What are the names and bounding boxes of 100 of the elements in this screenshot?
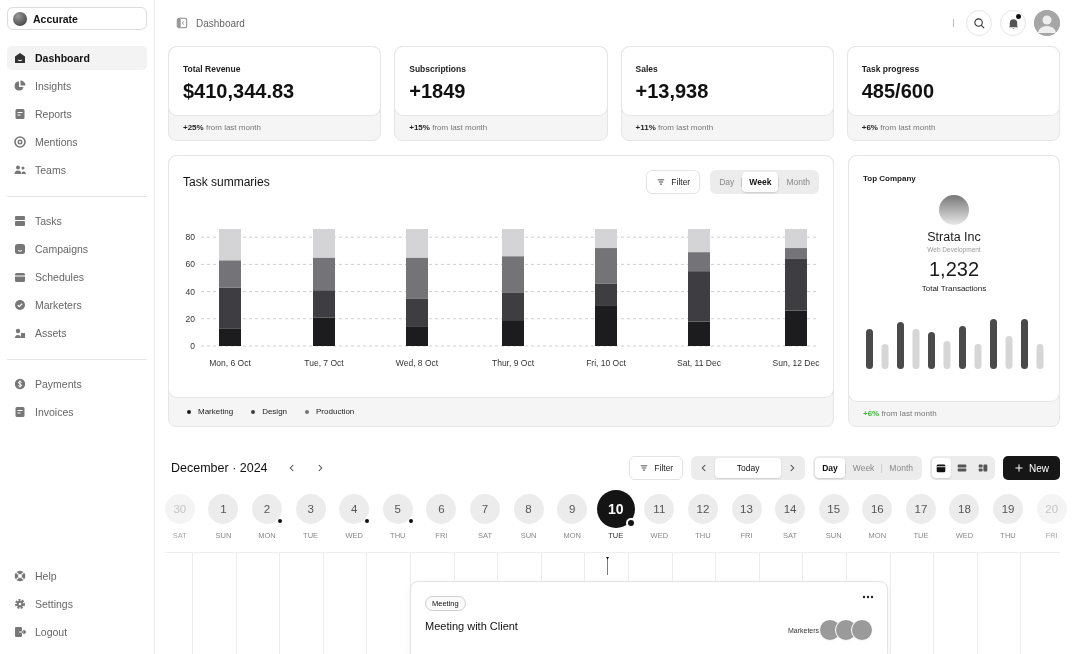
filter-icon bbox=[656, 177, 667, 187]
page-title: Dashboard bbox=[196, 17, 245, 29]
nav-item[interactable]: Mentions bbox=[7, 130, 147, 154]
axis-label: Fri, 10 Oct bbox=[586, 358, 626, 368]
day-button[interactable]: 2 bbox=[252, 494, 282, 524]
document-icon bbox=[13, 107, 27, 121]
axis-label: 20 bbox=[185, 313, 195, 324]
filter-icon bbox=[639, 463, 650, 473]
day-button[interactable]: 9 bbox=[557, 494, 588, 524]
nav-item[interactable]: Tasks bbox=[7, 209, 147, 233]
document-icon bbox=[13, 405, 27, 419]
event-title: Meeting with Client bbox=[425, 620, 518, 632]
stat-label: Subscriptions bbox=[409, 64, 467, 74]
axis-label: 80 bbox=[185, 232, 195, 243]
nav-item[interactable]: Schedules bbox=[7, 265, 147, 289]
axis-label: Tue, 7 Oct bbox=[304, 358, 344, 368]
nav-item[interactable]: Teams bbox=[7, 158, 147, 182]
marketer-avatar bbox=[851, 619, 873, 641]
chart-title: Task summaries bbox=[183, 175, 271, 189]
day-button[interactable]: 1 bbox=[208, 494, 239, 524]
search-button[interactable] bbox=[966, 10, 992, 36]
stat-change: +25% from last month bbox=[182, 122, 263, 134]
nav-item[interactable]: Dashboard bbox=[7, 46, 147, 70]
stat-value: +1849 bbox=[409, 80, 467, 103]
home-icon bbox=[13, 51, 27, 65]
day-button[interactable]: 19 bbox=[993, 494, 1024, 524]
stat-label: Sales bbox=[635, 64, 659, 74]
nav-item[interactable]: Payments bbox=[7, 372, 147, 396]
chart-bar bbox=[502, 320, 524, 346]
day-button[interactable]: 12 bbox=[687, 494, 718, 524]
search-icon bbox=[972, 16, 986, 30]
company-name: Strata Inc bbox=[927, 230, 981, 244]
nav-item[interactable]: Settings bbox=[7, 592, 147, 616]
axis-label: Thur, 9 Oct bbox=[492, 358, 534, 368]
nav-item[interactable]: Help bbox=[7, 564, 147, 588]
day-button[interactable]: 6 bbox=[426, 494, 457, 524]
day-button[interactable]: 5 bbox=[382, 494, 413, 524]
stat-label: Total Revenue bbox=[183, 64, 242, 74]
day-button[interactable]: 8 bbox=[513, 494, 544, 524]
transactions-value: 1,232 bbox=[928, 258, 980, 281]
day-button[interactable]: 18 bbox=[949, 494, 980, 524]
day-button[interactable]: 16 bbox=[862, 494, 893, 524]
axis-label: 60 bbox=[185, 259, 195, 270]
axis-label: Wed, 8 Oct bbox=[395, 358, 439, 368]
stat-value: $410,344.83 bbox=[183, 80, 296, 103]
day-button[interactable]: 15 bbox=[818, 494, 849, 524]
sidebar-toggle-icon bbox=[176, 17, 188, 29]
stack-icon bbox=[13, 214, 27, 228]
nav-item[interactable]: Reports bbox=[7, 102, 147, 126]
stat-label: Task progress bbox=[861, 64, 921, 74]
pie-chart-icon bbox=[13, 79, 27, 93]
day-button[interactable]: 13 bbox=[731, 494, 762, 524]
nav-item[interactable]: Marketers bbox=[7, 293, 147, 317]
nav-item[interactable]: Insights bbox=[7, 74, 147, 98]
month-title: December · 2024 bbox=[171, 461, 268, 475]
company-avatar bbox=[939, 195, 969, 225]
settings-icon bbox=[13, 597, 27, 611]
chart-bar bbox=[313, 257, 335, 291]
nav-item[interactable]: Campaigns bbox=[7, 237, 147, 261]
view-button[interactable] bbox=[932, 458, 951, 478]
day-button[interactable]: 3 bbox=[295, 494, 326, 524]
workspace-avatar-icon bbox=[13, 11, 27, 26]
calendar-icon bbox=[13, 270, 27, 284]
chart-bar bbox=[502, 292, 524, 321]
transactions-label: Total Transactions bbox=[921, 284, 987, 293]
nav-item[interactable]: Logout bbox=[7, 620, 147, 644]
day-button[interactable]: 17 bbox=[905, 494, 936, 524]
axis-label: Mon, 6 Oct bbox=[209, 358, 251, 368]
day-button[interactable]: 14 bbox=[775, 494, 806, 524]
card-title: Top Company bbox=[863, 174, 916, 183]
workspace-switcher[interactable]: Accurate bbox=[7, 7, 147, 30]
lifebuoy-icon bbox=[13, 569, 27, 583]
axis-label: Sun, 12 Dec bbox=[772, 358, 820, 368]
filter-button[interactable]: Filter bbox=[629, 456, 684, 480]
day-button[interactable]: 7 bbox=[469, 494, 500, 524]
new-button[interactable]: New bbox=[1003, 456, 1060, 480]
company-change: +6% from last month bbox=[862, 408, 938, 420]
badge-check-icon bbox=[13, 298, 27, 312]
notification-button[interactable] bbox=[1000, 10, 1026, 36]
period-tab[interactable]: Week bbox=[742, 172, 779, 192]
period-tab[interactable]: Day bbox=[815, 458, 845, 478]
legend-label: Marketing bbox=[198, 407, 234, 416]
legend-label: Production bbox=[316, 407, 355, 416]
grid-icon bbox=[977, 462, 990, 474]
day-button[interactable]: 10 bbox=[596, 490, 635, 528]
day-button[interactable]: 11 bbox=[644, 494, 675, 524]
stat-change: +6% from last month bbox=[860, 122, 937, 134]
filter-button[interactable]: Filter bbox=[646, 170, 701, 194]
nav-item[interactable]: Assets bbox=[7, 321, 147, 345]
today-button[interactable]: Today bbox=[715, 458, 782, 478]
stat-change: +11% from last month bbox=[634, 122, 715, 134]
day-button[interactable]: 4 bbox=[339, 494, 370, 524]
legend-label: Design bbox=[262, 407, 288, 416]
chart-bar bbox=[313, 317, 335, 346]
axis-label: 0 bbox=[190, 341, 195, 351]
axis-label: 40 bbox=[185, 286, 195, 297]
stat-change: +15% from last month bbox=[408, 122, 489, 134]
chart-bar bbox=[502, 256, 524, 293]
nav-item[interactable]: Invoices bbox=[7, 400, 147, 424]
calendar-icon bbox=[935, 462, 948, 474]
